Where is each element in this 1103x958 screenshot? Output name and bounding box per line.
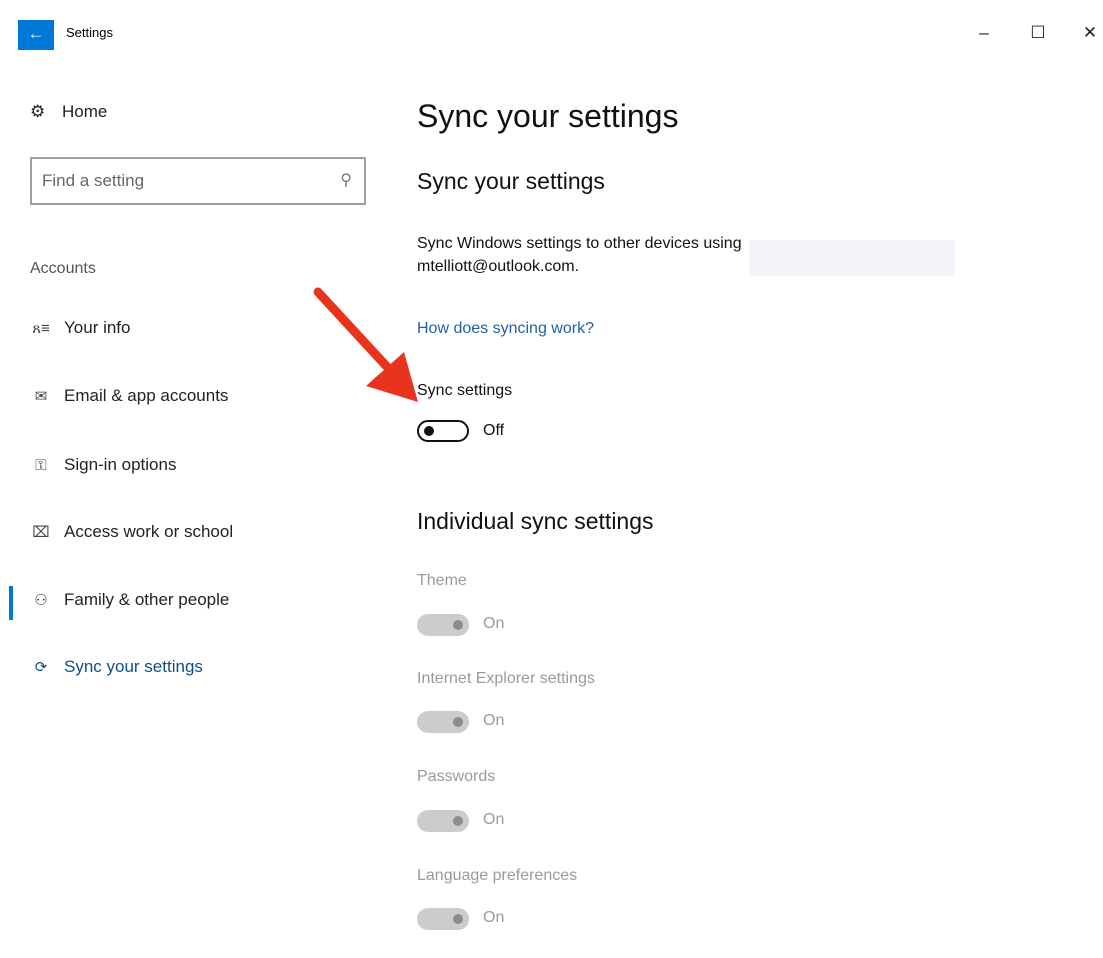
passwords-toggle[interactable] bbox=[417, 810, 469, 832]
sidebar-home[interactable]: ⚙ Home bbox=[30, 102, 107, 122]
individual-sync-title: Individual sync settings bbox=[417, 508, 654, 534]
how-syncing-works-link[interactable]: How does syncing work? bbox=[417, 320, 594, 338]
sidebar: ⚙ Home ⚲ Accounts ጸ≡ Your info ✉ Email & ap… bbox=[0, 62, 390, 958]
page-title: Sync your settings bbox=[417, 98, 679, 134]
add-person-icon: ⚇ bbox=[34, 592, 48, 609]
briefcase-icon: ⌧ bbox=[32, 524, 50, 541]
main-content: Sync your settings Sync your settings Sy… bbox=[417, 62, 1077, 958]
ie-settings-state: On bbox=[483, 712, 505, 729]
ie-settings-toggle[interactable] bbox=[417, 711, 469, 733]
maximize-button[interactable]: ☐ bbox=[1022, 18, 1054, 48]
sync-settings-state: Off bbox=[483, 422, 505, 439]
home-label: Home bbox=[62, 102, 108, 121]
sidebar-item-label: Sync your settings bbox=[64, 657, 203, 676]
toggle-knob bbox=[453, 816, 463, 826]
section-label-accounts: Accounts bbox=[30, 260, 96, 277]
faded-background-widget bbox=[749, 240, 955, 276]
sync-description: Sync Windows settings to other devices u… bbox=[417, 235, 742, 275]
theme-label: Theme bbox=[417, 572, 467, 589]
mail-icon: ✉ bbox=[34, 388, 48, 405]
passwords-state: On bbox=[483, 811, 505, 828]
sidebar-item-label: Access work or school bbox=[64, 522, 234, 541]
close-button[interactable]: ✕ bbox=[1074, 18, 1103, 48]
sidebar-item-label: Family & other people bbox=[64, 590, 230, 609]
annotation-arrow-icon bbox=[313, 287, 418, 402]
back-button[interactable]: ← bbox=[18, 20, 54, 50]
language-preferences-state: On bbox=[483, 909, 505, 926]
sidebar-item-sign-in-options[interactable]: ⚿ Sign-in options bbox=[30, 450, 176, 480]
sidebar-item-label: Email & app accounts bbox=[64, 386, 229, 405]
sidebar-item-label: Your info bbox=[64, 318, 131, 337]
sidebar-item-email-app-accounts[interactable]: ✉ Email & app accounts bbox=[30, 381, 229, 411]
language-preferences-label: Language preferences bbox=[417, 867, 578, 884]
ie-settings-label: Internet Explorer settings bbox=[417, 670, 595, 687]
search-input[interactable] bbox=[32, 159, 322, 203]
search-icon[interactable]: ⚲ bbox=[340, 170, 352, 190]
theme-state: On bbox=[483, 615, 505, 632]
window-title: Settings bbox=[66, 25, 113, 40]
language-preferences-toggle[interactable] bbox=[417, 908, 469, 930]
sync-settings-toggle[interactable] bbox=[417, 420, 469, 442]
sidebar-item-family-other-people[interactable]: ⚇ Family & other people bbox=[30, 585, 229, 615]
search-box: ⚲ bbox=[30, 157, 366, 205]
sidebar-item-access-work-school[interactable]: ⌧ Access work or school bbox=[30, 517, 233, 547]
toggle-knob bbox=[453, 620, 463, 630]
sidebar-item-label: Sign-in options bbox=[64, 455, 177, 474]
minimize-button[interactable]: – bbox=[968, 18, 1000, 48]
toggle-knob bbox=[453, 717, 463, 727]
person-list-icon: ጸ≡ bbox=[32, 320, 50, 337]
sync-icon: ⟳ bbox=[34, 659, 48, 676]
passwords-label: Passwords bbox=[417, 768, 496, 785]
gear-icon: ⚙ bbox=[30, 102, 46, 121]
toggle-knob bbox=[424, 426, 434, 436]
theme-toggle[interactable] bbox=[417, 614, 469, 636]
toggle-knob bbox=[453, 914, 463, 924]
back-arrow-icon: ← bbox=[27, 24, 45, 43]
title-bar: ← Settings – ☐ ✕ bbox=[0, 0, 1103, 62]
section-title: Sync your settings bbox=[417, 168, 605, 194]
sync-settings-label: Sync settings bbox=[417, 382, 513, 399]
key-icon: ⚿ bbox=[35, 457, 47, 474]
active-indicator bbox=[9, 586, 13, 620]
sidebar-item-your-info[interactable]: ጸ≡ Your info bbox=[30, 313, 130, 343]
sidebar-item-sync-your-settings[interactable]: ⟳ Sync your settings bbox=[30, 652, 203, 682]
